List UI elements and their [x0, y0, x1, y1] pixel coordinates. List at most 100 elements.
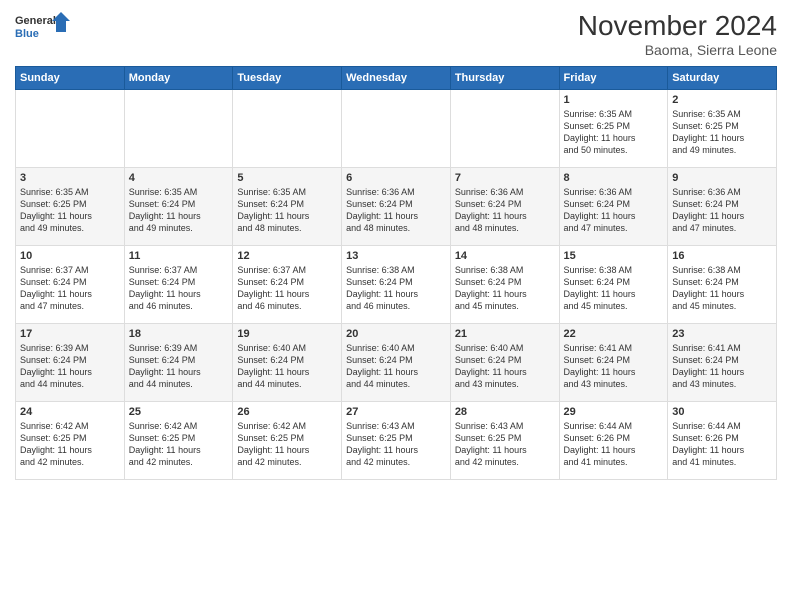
- calendar-week-4: 24Sunrise: 6:42 AM Sunset: 6:25 PM Dayli…: [16, 402, 777, 480]
- calendar-cell: 7 Sunrise: 6:36 AM Sunset: 6:24 PM Daylig…: [450, 168, 559, 246]
- logo: General Blue: [15, 10, 70, 45]
- day-number: 28: [455, 406, 555, 418]
- day-number: 20: [346, 328, 446, 340]
- day-info: Sunrise: 6:41 AM Sunset: 6:24 PM Dayligh…: [564, 342, 664, 391]
- day-number: 2: [672, 94, 772, 106]
- calendar-cell: 20Sunrise: 6:40 AM Sunset: 6:24 PM Dayli…: [342, 324, 451, 402]
- calendar-cell: 18 Sunrise: 6:39 AM Sunset: 6:24 PM Dayli…: [124, 324, 233, 402]
- day-info: Sunrise: 6:43 AM Sunset: 6:25 PM Dayligh…: [346, 420, 446, 469]
- day-info: Sunrise: 6:36 AM Sunset: 6:24 PM Dayligh…: [672, 186, 772, 235]
- day-info: Sunrise: 6:35 AM Sunset: 6:24 PM Dayligh…: [237, 186, 337, 235]
- day-info: Sunrise: 6:37 AM Sunset: 6:24 PM Dayligh…: [20, 264, 120, 313]
- calendar-cell: 25 Sunrise: 6:42 AM Sunset: 6:25 PM Dayli…: [124, 402, 233, 480]
- day-info: Sunrise: 6:35 AM Sunset: 6:25 PM Dayligh…: [564, 108, 664, 157]
- calendar-cell: 9 Sunrise: 6:36 AM Sunset: 6:24 PM Daylig…: [668, 168, 777, 246]
- day-header-tuesday: Tuesday: [233, 67, 342, 90]
- calendar-cell: 13Sunrise: 6:38 AM Sunset: 6:24 PM Dayli…: [342, 246, 451, 324]
- day-number: 11: [129, 250, 229, 262]
- day-info: Sunrise: 6:38 AM Sunset: 6:24 PM Dayligh…: [672, 264, 772, 313]
- calendar-cell: [233, 90, 342, 168]
- day-number: 16: [672, 250, 772, 262]
- day-info: Sunrise: 6:42 AM Sunset: 6:25 PM Dayligh…: [129, 420, 229, 469]
- calendar-cell: 30 Sunrise: 6:44 AM Sunset: 6:26 PM Dayli…: [668, 402, 777, 480]
- day-info: Sunrise: 6:35 AM Sunset: 6:25 PM Dayligh…: [20, 186, 120, 235]
- day-info: Sunrise: 6:40 AM Sunset: 6:24 PM Dayligh…: [455, 342, 555, 391]
- calendar-cell: [342, 90, 451, 168]
- calendar-cell: 16 Sunrise: 6:38 AM Sunset: 6:24 PM Dayli…: [668, 246, 777, 324]
- day-info: Sunrise: 6:40 AM Sunset: 6:24 PM Dayligh…: [237, 342, 337, 391]
- calendar-header-row: SundayMondayTuesdayWednesdayThursdayFrid…: [16, 67, 777, 90]
- day-number: 7: [455, 172, 555, 184]
- month-title: November 2024: [578, 10, 777, 42]
- day-info: Sunrise: 6:44 AM Sunset: 6:26 PM Dayligh…: [564, 420, 664, 469]
- header: General Blue November 2024 Baoma, Sierra…: [15, 10, 777, 58]
- day-number: 15: [564, 250, 664, 262]
- calendar-week-1: 3 Sunrise: 6:35 AM Sunset: 6:25 PM Daylig…: [16, 168, 777, 246]
- calendar-cell: [450, 90, 559, 168]
- day-info: Sunrise: 6:38 AM Sunset: 6:24 PM Dayligh…: [564, 264, 664, 313]
- calendar-cell: 26 Sunrise: 6:42 AM Sunset: 6:25 PM Dayli…: [233, 402, 342, 480]
- day-info: Sunrise: 6:43 AM Sunset: 6:25 PM Dayligh…: [455, 420, 555, 469]
- day-number: 3: [20, 172, 120, 184]
- svg-text:Blue: Blue: [15, 28, 39, 40]
- day-info: Sunrise: 6:39 AM Sunset: 6:24 PM Dayligh…: [129, 342, 229, 391]
- day-header-wednesday: Wednesday: [342, 67, 451, 90]
- day-number: 1: [564, 94, 664, 106]
- day-info: Sunrise: 6:39 AM Sunset: 6:24 PM Dayligh…: [20, 342, 120, 391]
- calendar-cell: 29Sunrise: 6:44 AM Sunset: 6:26 PM Dayli…: [559, 402, 668, 480]
- location: Baoma, Sierra Leone: [578, 42, 777, 58]
- day-number: 6: [346, 172, 446, 184]
- calendar-cell: 12 Sunrise: 6:37 AM Sunset: 6:24 PM Dayli…: [233, 246, 342, 324]
- logo-svg: General Blue: [15, 10, 70, 45]
- day-number: 9: [672, 172, 772, 184]
- day-number: 25: [129, 406, 229, 418]
- calendar-cell: 28 Sunrise: 6:43 AM Sunset: 6:25 PM Dayli…: [450, 402, 559, 480]
- calendar-cell: 2 Sunrise: 6:35 AM Sunset: 6:25 PM Daylig…: [668, 90, 777, 168]
- day-number: 12: [237, 250, 337, 262]
- calendar-cell: 22Sunrise: 6:41 AM Sunset: 6:24 PM Dayli…: [559, 324, 668, 402]
- day-info: Sunrise: 6:36 AM Sunset: 6:24 PM Dayligh…: [455, 186, 555, 235]
- day-number: 8: [564, 172, 664, 184]
- calendar-cell: 6 Sunrise: 6:36 AM Sunset: 6:24 PM Daylig…: [342, 168, 451, 246]
- day-info: Sunrise: 6:44 AM Sunset: 6:26 PM Dayligh…: [672, 420, 772, 469]
- day-info: Sunrise: 6:35 AM Sunset: 6:24 PM Dayligh…: [129, 186, 229, 235]
- day-info: Sunrise: 6:38 AM Sunset: 6:24 PM Dayligh…: [346, 264, 446, 313]
- day-number: 5: [237, 172, 337, 184]
- day-header-sunday: Sunday: [16, 67, 125, 90]
- day-info: Sunrise: 6:41 AM Sunset: 6:24 PM Dayligh…: [672, 342, 772, 391]
- day-info: Sunrise: 6:42 AM Sunset: 6:25 PM Dayligh…: [20, 420, 120, 469]
- day-number: 17: [20, 328, 120, 340]
- calendar-cell: [16, 90, 125, 168]
- day-info: Sunrise: 6:36 AM Sunset: 6:24 PM Dayligh…: [564, 186, 664, 235]
- calendar-cell: 21 Sunrise: 6:40 AM Sunset: 6:24 PM Dayli…: [450, 324, 559, 402]
- day-number: 27: [346, 406, 446, 418]
- day-header-monday: Monday: [124, 67, 233, 90]
- calendar-cell: 27 Sunrise: 6:43 AM Sunset: 6:25 PM Dayli…: [342, 402, 451, 480]
- calendar-cell: 8 Sunrise: 6:36 AM Sunset: 6:24 PM Daylig…: [559, 168, 668, 246]
- calendar-cell: 10Sunrise: 6:37 AM Sunset: 6:24 PM Dayli…: [16, 246, 125, 324]
- calendar-cell: 24Sunrise: 6:42 AM Sunset: 6:25 PM Dayli…: [16, 402, 125, 480]
- calendar-cell: 4 Sunrise: 6:35 AM Sunset: 6:24 PM Daylig…: [124, 168, 233, 246]
- calendar: SundayMondayTuesdayWednesdayThursdayFrid…: [15, 66, 777, 480]
- calendar-cell: 1 Sunrise: 6:35 AM Sunset: 6:25 PM Daylig…: [559, 90, 668, 168]
- calendar-cell: 14Sunrise: 6:38 AM Sunset: 6:24 PM Dayli…: [450, 246, 559, 324]
- day-number: 4: [129, 172, 229, 184]
- calendar-week-3: 17 Sunrise: 6:39 AM Sunset: 6:24 PM Dayli…: [16, 324, 777, 402]
- day-number: 26: [237, 406, 337, 418]
- day-number: 21: [455, 328, 555, 340]
- day-info: Sunrise: 6:37 AM Sunset: 6:24 PM Dayligh…: [237, 264, 337, 313]
- day-info: Sunrise: 6:35 AM Sunset: 6:25 PM Dayligh…: [672, 108, 772, 157]
- day-header-friday: Friday: [559, 67, 668, 90]
- day-info: Sunrise: 6:38 AM Sunset: 6:24 PM Dayligh…: [455, 264, 555, 313]
- day-number: 19: [237, 328, 337, 340]
- calendar-cell: 23Sunrise: 6:41 AM Sunset: 6:24 PM Dayli…: [668, 324, 777, 402]
- calendar-cell: 3 Sunrise: 6:35 AM Sunset: 6:25 PM Daylig…: [16, 168, 125, 246]
- day-number: 18: [129, 328, 229, 340]
- day-number: 30: [672, 406, 772, 418]
- calendar-cell: 19 Sunrise: 6:40 AM Sunset: 6:24 PM Dayli…: [233, 324, 342, 402]
- calendar-week-2: 10Sunrise: 6:37 AM Sunset: 6:24 PM Dayli…: [16, 246, 777, 324]
- day-info: Sunrise: 6:42 AM Sunset: 6:25 PM Dayligh…: [237, 420, 337, 469]
- calendar-cell: [124, 90, 233, 168]
- day-header-thursday: Thursday: [450, 67, 559, 90]
- day-info: Sunrise: 6:36 AM Sunset: 6:24 PM Dayligh…: [346, 186, 446, 235]
